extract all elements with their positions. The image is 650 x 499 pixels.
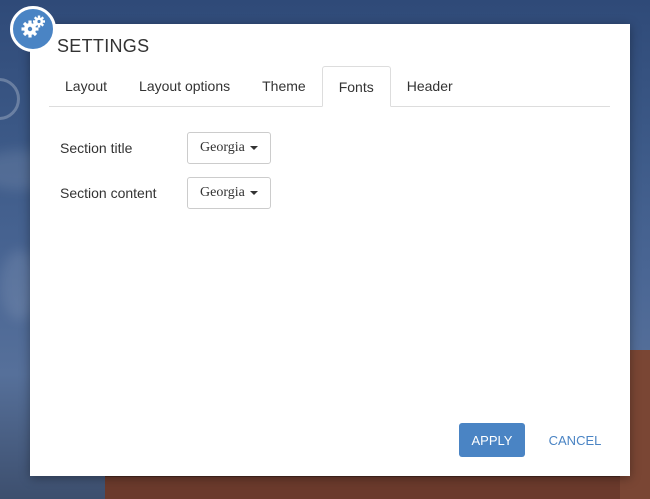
cancel-button[interactable]: CANCEL <box>538 423 612 457</box>
gears-icon <box>19 13 47 46</box>
dialog-title: SETTINGS <box>57 36 150 56</box>
apply-button[interactable]: APPLY <box>459 423 525 457</box>
section-title-label: Section title <box>60 140 133 156</box>
section-title-font-select[interactable]: Georgia <box>187 132 271 164</box>
tab-theme[interactable]: Theme <box>246 66 322 106</box>
settings-badge <box>10 6 56 52</box>
background-ring <box>0 78 20 120</box>
caret-down-icon <box>249 191 258 195</box>
section-content-font-value: Georgia <box>200 185 245 200</box>
tab-header[interactable]: Header <box>391 66 469 106</box>
caret-down-icon <box>249 146 258 150</box>
settings-tabs: Layout Layout options Theme Fonts Header <box>49 66 610 107</box>
section-content-font-select[interactable]: Georgia <box>187 177 271 209</box>
tab-layout-options[interactable]: Layout options <box>123 66 246 106</box>
section-title-font-value: Georgia <box>200 140 245 155</box>
tab-fonts[interactable]: Fonts <box>321 66 391 107</box>
tab-layout[interactable]: Layout <box>49 66 123 106</box>
section-content-row: Section content Georgia <box>60 177 271 209</box>
section-title-row: Section title Georgia <box>60 132 271 164</box>
settings-dialog: SETTINGS Layout Layout options Theme Fon… <box>30 24 630 476</box>
section-content-label: Section content <box>60 185 157 201</box>
